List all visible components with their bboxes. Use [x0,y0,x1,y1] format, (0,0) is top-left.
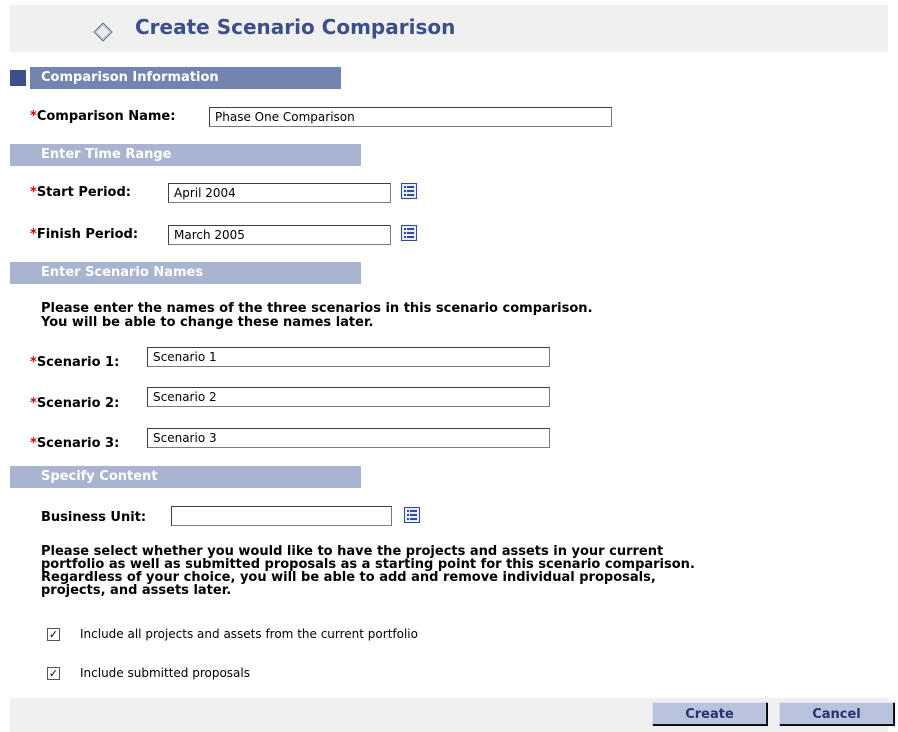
scenario-1-input[interactable]: Scenario 1 [147,347,550,367]
page-title: Create Scenario Comparison [135,15,456,39]
required-marker: * [30,227,37,242]
include-portfolio-label: Include all projects and assets from the… [80,627,418,641]
diamond-icon [93,22,113,42]
finish-period-input[interactable]: March 2005 [168,225,391,245]
section-enter-time-range: Enter Time Range [10,144,361,166]
business-unit-label: Business Unit: [41,510,147,525]
comparison-name-label: *Comparison Name: [30,109,176,124]
section-marker [10,70,26,86]
scenario-3-input[interactable]: Scenario 3 [147,428,550,448]
include-proposals-label: Include submitted proposals [80,666,250,680]
list-picker-icon[interactable] [404,507,420,523]
list-picker-icon[interactable] [401,183,417,199]
cancel-button[interactable]: Cancel [779,702,894,725]
required-marker: * [30,355,37,370]
checkmark-icon: ✓ [48,628,59,641]
required-marker: * [30,436,37,451]
content-instructions-line-4: projects, and assets later. [41,583,232,598]
scenario-3-label: *Scenario 3: [30,436,120,451]
comparison-name-input[interactable]: Phase One Comparison [209,107,612,127]
business-unit-input[interactable] [171,506,392,526]
section-enter-scenario-names: Enter Scenario Names [10,262,361,284]
required-marker: * [30,109,37,124]
section-title: Enter Time Range [41,147,172,162]
section-specify-content: Specify Content [10,466,361,488]
start-period-input[interactable]: April 2004 [168,183,391,203]
create-button[interactable]: Create [652,702,767,725]
include-portfolio-checkbox[interactable]: ✓ [47,628,60,641]
finish-period-label: *Finish Period: [30,227,139,242]
required-marker: * [30,396,37,411]
start-period-label: *Start Period: [30,185,131,200]
scenario-2-label: *Scenario 2: [30,396,120,411]
section-title: Enter Scenario Names [41,265,204,280]
section-comparison-information: Comparison Information [30,67,341,89]
scenario-instructions-line-1: Please enter the names of the three scen… [41,301,593,316]
section-title: Specify Content [41,469,158,484]
required-marker: * [30,185,37,200]
scenario-instructions-line-2: You will be able to change these names l… [41,315,374,330]
checkmark-icon: ✓ [48,667,59,680]
include-proposals-checkbox[interactable]: ✓ [47,667,60,680]
scenario-1-label: *Scenario 1: [30,355,120,370]
list-picker-icon[interactable] [401,225,417,241]
section-title: Comparison Information [41,70,219,85]
scenario-2-input[interactable]: Scenario 2 [147,387,550,407]
